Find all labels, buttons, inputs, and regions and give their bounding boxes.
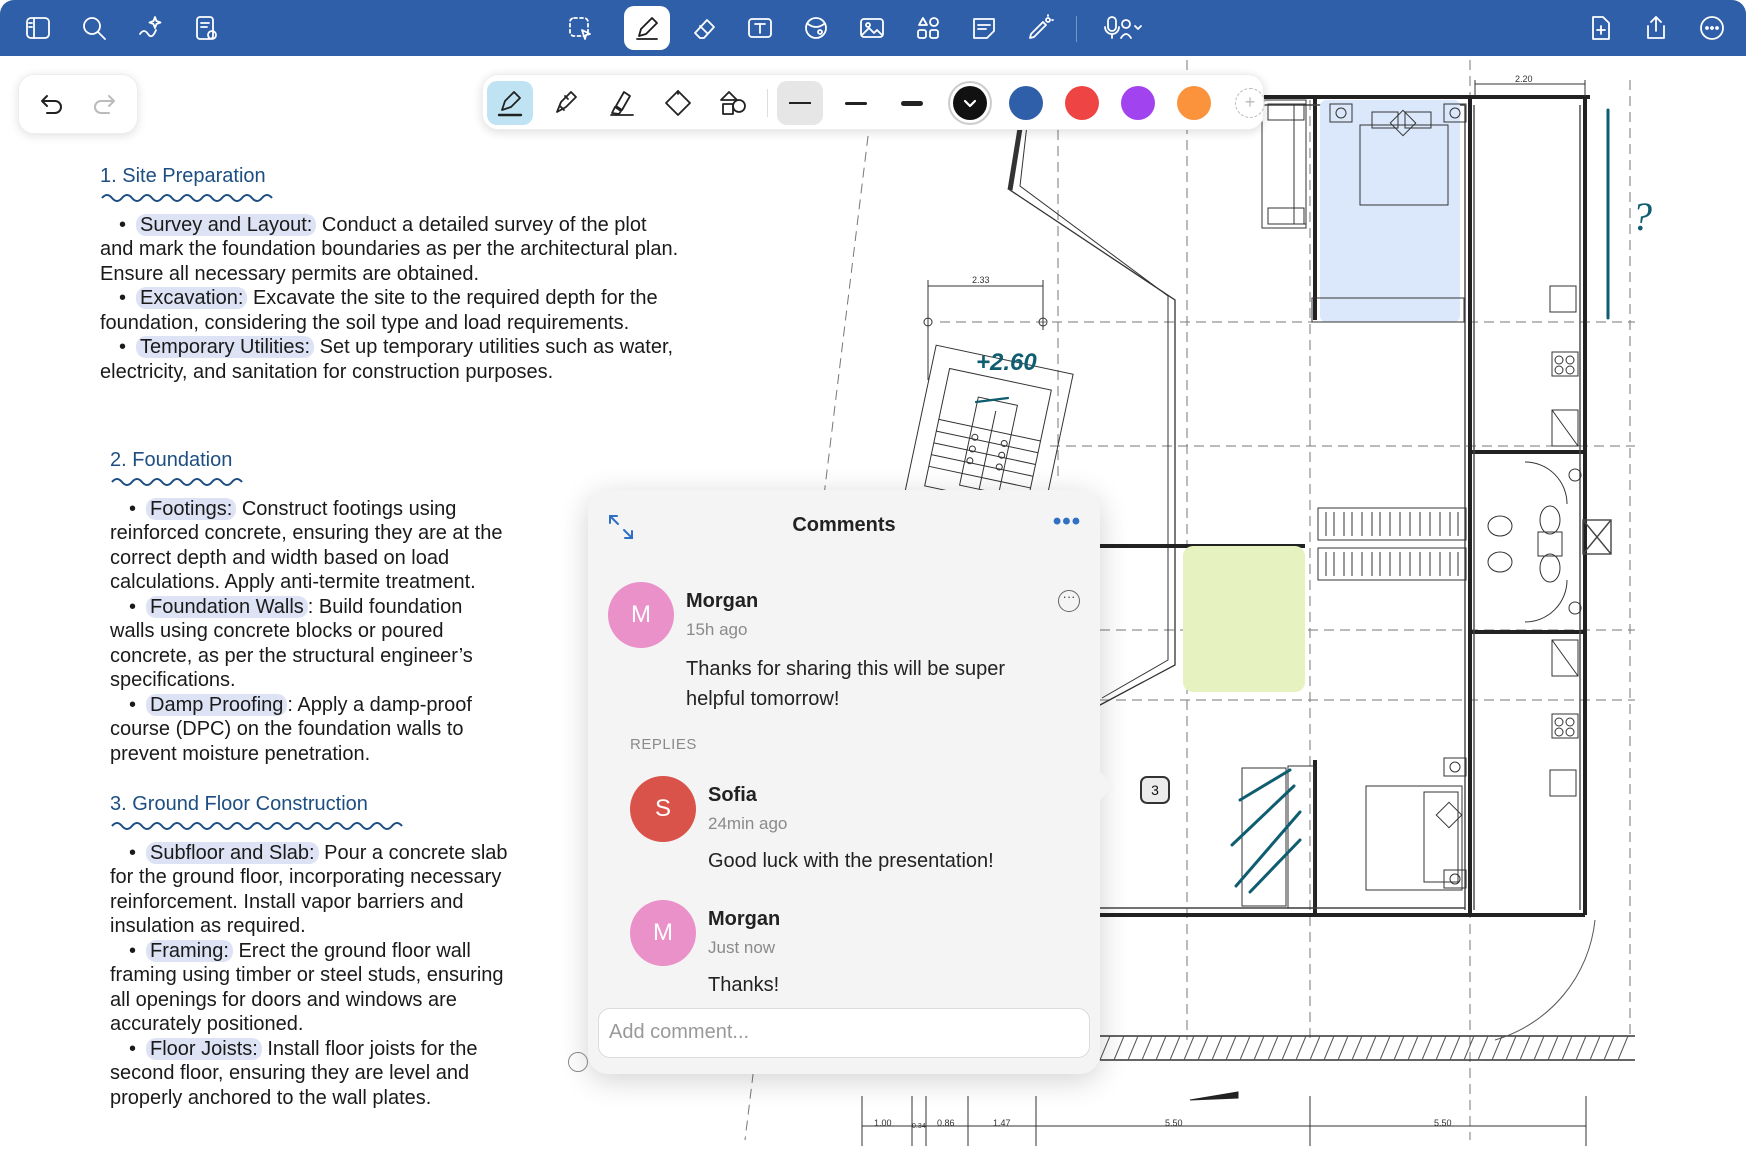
lasso-select-icon[interactable]: [562, 10, 598, 46]
comment-text: Thanks for sharing this will be super he…: [686, 658, 1006, 710]
avatar: M: [630, 900, 696, 966]
thickness-medium-button[interactable]: [833, 81, 879, 125]
add-page-icon[interactable]: [1582, 10, 1618, 46]
list-item: • Survey and Layout: Conduct a detailed s…: [118, 213, 647, 236]
avatar: S: [630, 776, 696, 842]
comment-time: 24min ago: [708, 814, 788, 833]
section-heading: 3. Ground Floor Construction: [110, 793, 368, 815]
eraser-icon[interactable]: [686, 10, 722, 46]
notes-settings-icon[interactable]: [188, 10, 224, 46]
item-label: Survey and Layout:: [136, 213, 317, 236]
comment-options-icon[interactable]: ···: [1058, 590, 1080, 612]
comment-author: Morgan: [686, 590, 759, 612]
toolbar-separator: [1076, 16, 1077, 42]
thickness-thin-button[interactable]: [777, 81, 823, 125]
highlighter-icon[interactable]: [599, 81, 645, 125]
brush-pen-icon[interactable]: [543, 81, 589, 125]
text-box-icon[interactable]: [742, 10, 778, 46]
handwritten-level-note: +2.60: [976, 349, 1037, 376]
sticky-note-icon[interactable]: [966, 10, 1002, 46]
heading-underline: [101, 193, 273, 202]
item-label: Subfloor and Slab:: [146, 841, 319, 864]
comment-text: Thanks!: [708, 974, 780, 996]
item-label: Foundation Walls: [146, 595, 308, 618]
section-ground-floor-construction: 3. Ground Floor Construction • Subfloor a…: [110, 792, 580, 1110]
item-label: Footings:: [146, 497, 237, 520]
audio-record-icon[interactable]: [1092, 10, 1152, 46]
list-item: • Excavation: Excavate the site to the re…: [118, 287, 658, 309]
item-label: Floor Joists:: [146, 1037, 262, 1060]
image-icon[interactable]: [854, 10, 890, 46]
comment-text: Good luck with the presentation!: [708, 850, 994, 872]
shape-recognition-icon[interactable]: [711, 81, 757, 125]
comment-author: Sofia: [708, 784, 757, 806]
color-orange-swatch[interactable]: [1177, 86, 1211, 120]
color-blue-swatch[interactable]: [1009, 86, 1043, 120]
avatar: M: [608, 582, 674, 648]
pen-icon[interactable]: [624, 6, 670, 50]
section-heading: 1. Site Preparation: [100, 165, 266, 187]
handwritten-question-mark: ?: [1632, 194, 1652, 239]
section-heading: 2. Foundation: [110, 449, 233, 471]
list-item: • Temporary Utilities: Set up temporary u…: [118, 336, 674, 358]
search-icon[interactable]: [76, 10, 112, 46]
ruler-shape-icon[interactable]: [655, 81, 701, 125]
svg-text:0.86: 0.86: [937, 1118, 955, 1128]
comment-time: Just now: [708, 938, 776, 957]
color-purple-swatch[interactable]: [1121, 86, 1155, 120]
add-color-button[interactable]: +: [1235, 88, 1265, 118]
comments-panel: Comments ••• M Morgan 15h ago ··· Thanks…: [588, 490, 1114, 1074]
sidebar-icon[interactable]: [20, 10, 56, 46]
comment-time: 15h ago: [686, 620, 748, 639]
heading-underline: [111, 821, 403, 830]
item-label: Framing:: [146, 939, 233, 962]
list-item: • Foundation Walls: Build foundation: [128, 595, 463, 618]
thickness-thick-button[interactable]: [889, 81, 935, 125]
list-item: • Framing: Erect the ground floor wall: [128, 939, 471, 962]
svg-text:2.20: 2.20: [1515, 74, 1533, 84]
replies-label: REPLIES: [630, 736, 697, 753]
comment-marker-badge[interactable]: 3: [1140, 776, 1170, 804]
list-item: • Subfloor and Slab: Pour a concrete slab: [128, 841, 508, 864]
list-item: • Footings: Construct footings using: [128, 497, 457, 520]
heading-underline: [111, 477, 243, 486]
toolbar-separator: [767, 89, 768, 117]
item-label: Excavation:: [136, 287, 248, 309]
add-comment-input[interactable]: Add comment...: [598, 1008, 1090, 1058]
color-black-swatch[interactable]: [953, 86, 987, 120]
dimension-label: 2.33: [972, 275, 990, 285]
drag-handle-icon[interactable]: [568, 1052, 588, 1072]
comment-count: 3: [1151, 782, 1159, 798]
fountain-pen-icon[interactable]: [487, 81, 533, 125]
svg-text:0.34: 0.34: [912, 1123, 926, 1130]
elements-icon[interactable]: [910, 10, 946, 46]
panel-pointer: [1098, 770, 1114, 802]
item-label: Damp Proofing: [146, 693, 288, 716]
undo-button[interactable]: [33, 89, 65, 121]
list-item: • Floor Joists: Install floor joists for …: [128, 1037, 478, 1060]
comments-more-icon[interactable]: •••: [1052, 510, 1082, 540]
list-item: • Damp Proofing: Apply a damp-proof: [128, 693, 472, 716]
undo-redo-group: [18, 74, 138, 134]
svg-text:1.00: 1.00: [874, 1118, 892, 1128]
share-icon[interactable]: [1638, 10, 1674, 46]
section-foundation: 2. Foundation • Footings: Construct footi…: [110, 448, 570, 766]
top-toolbar: [0, 0, 1746, 56]
redo-button[interactable]: [91, 89, 123, 121]
pen-options-toolbar: +: [482, 74, 1265, 130]
more-icon[interactable]: [1694, 10, 1730, 46]
comments-title: Comments: [792, 514, 896, 536]
shapes-icon[interactable]: [798, 10, 834, 46]
ai-sparkle-icon[interactable]: [132, 10, 168, 46]
svg-text:5.50: 5.50: [1434, 1118, 1452, 1128]
color-red-swatch[interactable]: [1065, 86, 1099, 120]
section-site-preparation: 1. Site Preparation • Survey and Layout: …: [100, 164, 740, 384]
svg-text:5.50: 5.50: [1165, 1118, 1183, 1128]
comment-author: Morgan: [708, 908, 781, 930]
svg-text:1.47: 1.47: [993, 1118, 1011, 1128]
laser-pointer-icon[interactable]: [1022, 10, 1058, 46]
item-label: Temporary Utilities:: [136, 336, 315, 358]
